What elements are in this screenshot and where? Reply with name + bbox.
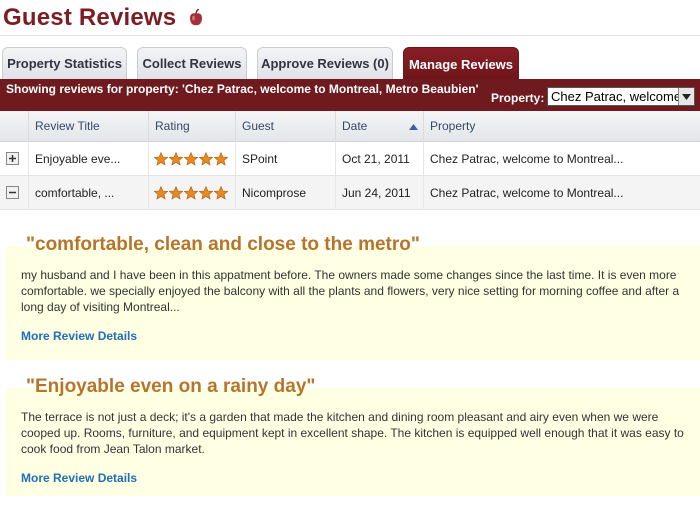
tab-bar: Property Statistics Collect Reviews Appr… bbox=[0, 47, 700, 80]
page-header: Guest Reviews bbox=[0, 0, 700, 36]
sort-ascending-icon bbox=[409, 124, 418, 130]
property-label: Property: bbox=[491, 91, 545, 105]
cell-property: Chez Patrac, welcome to Montreal... bbox=[423, 142, 700, 176]
review-panel: "comfortable, clean and close to the met… bbox=[6, 234, 700, 360]
column-guest[interactable]: Guest bbox=[235, 111, 335, 142]
star-icon bbox=[184, 186, 198, 200]
tab-property-statistics[interactable]: Property Statistics bbox=[2, 47, 127, 79]
column-date[interactable]: Date bbox=[335, 111, 423, 142]
star-icon bbox=[199, 152, 213, 166]
star-icon bbox=[214, 152, 228, 166]
column-review-title[interactable]: Review Title bbox=[28, 111, 148, 142]
rating-stars bbox=[154, 152, 228, 166]
star-icon bbox=[214, 186, 228, 200]
table-header: Review Title Rating Guest Date Property bbox=[0, 111, 700, 142]
review-body: my husband and I have been in this appat… bbox=[21, 268, 680, 314]
star-icon bbox=[169, 186, 183, 200]
cell-guest: SPoint bbox=[235, 142, 335, 176]
cell-review-title: Enjoyable eve... bbox=[28, 142, 148, 176]
review-title: "comfortable, clean and close to the met… bbox=[26, 234, 420, 255]
cell-property: Chez Patrac, welcome to Montreal... bbox=[423, 176, 700, 210]
page-title: Guest Reviews bbox=[3, 4, 177, 31]
star-icon bbox=[184, 152, 198, 166]
cell-date: Jun 24, 2011 bbox=[335, 176, 423, 210]
star-icon bbox=[154, 186, 168, 200]
chevron-down-icon[interactable] bbox=[678, 88, 694, 105]
star-icon bbox=[199, 186, 213, 200]
more-review-details-link[interactable]: More Review Details bbox=[21, 471, 137, 485]
cell-review-title: comfortable, ... bbox=[28, 176, 148, 210]
banner-text: Showing reviews for property: 'Chez Patr… bbox=[6, 82, 479, 96]
more-review-details-link[interactable]: More Review Details bbox=[21, 329, 137, 343]
table-row[interactable]: Enjoyable eve... SPoint Oct 21, 2011 Che… bbox=[0, 142, 700, 176]
tab-approve-reviews[interactable]: Approve Reviews (0) bbox=[257, 47, 393, 79]
tab-collect-reviews[interactable]: Collect Reviews bbox=[137, 47, 247, 79]
star-icon bbox=[154, 152, 168, 166]
rating-stars bbox=[154, 186, 228, 200]
review-panel: "Enjoyable even on a rainy day" The terr… bbox=[6, 376, 700, 496]
review-body: The terrace is not just a deck; it's a g… bbox=[21, 410, 684, 456]
cell-guest: Nicomprose bbox=[235, 176, 335, 210]
apple-help-icon[interactable] bbox=[189, 9, 203, 27]
collapse-icon[interactable] bbox=[6, 186, 19, 199]
review-title: "Enjoyable even on a rainy day" bbox=[26, 376, 316, 397]
tab-manage-reviews[interactable]: Manage Reviews bbox=[403, 47, 519, 80]
expand-icon[interactable] bbox=[6, 152, 19, 165]
property-select[interactable]: Chez Patrac, welcome to Montreal, Metro … bbox=[547, 87, 695, 106]
column-date-label: Date bbox=[342, 119, 368, 133]
column-property[interactable]: Property bbox=[423, 111, 700, 142]
table-row[interactable]: comfortable, ... Nicomprose Jun 24, 2011… bbox=[0, 176, 700, 210]
star-icon bbox=[169, 152, 183, 166]
cell-date: Oct 21, 2011 bbox=[335, 142, 423, 176]
column-rating[interactable]: Rating bbox=[148, 111, 235, 142]
property-banner: Showing reviews for property: 'Chez Patr… bbox=[0, 79, 700, 111]
property-select-value: Chez Patrac, welcome to Montreal, Metro … bbox=[551, 89, 679, 104]
